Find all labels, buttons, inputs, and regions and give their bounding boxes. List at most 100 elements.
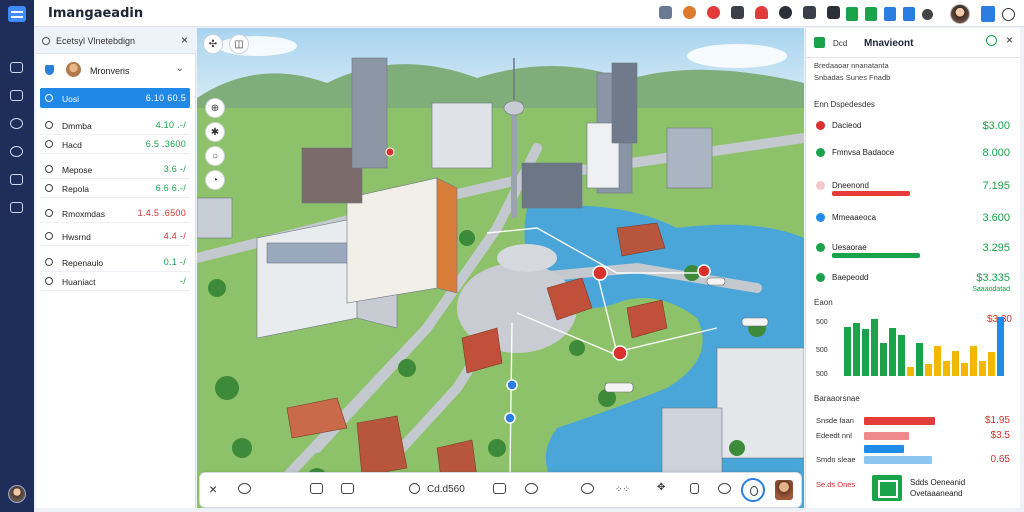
hbar-label: Snsde faan: [816, 416, 854, 425]
status-dot: [816, 213, 825, 222]
share-icon[interactable]: [10, 174, 23, 185]
user-name: Mronveris: [90, 66, 130, 76]
clock-icon[interactable]: [10, 118, 23, 129]
row-value: 6.5 .3600: [145, 139, 186, 149]
subtitle-1: Bredaaoar nnanatanta: [814, 61, 889, 70]
clock-icon[interactable]: [409, 483, 420, 494]
monitor-icon[interactable]: [10, 202, 23, 213]
bell-icon[interactable]: [755, 6, 768, 19]
user-avatar[interactable]: [8, 485, 26, 503]
calendar-icon[interactable]: [10, 62, 23, 73]
row-label: Huaniact: [62, 277, 96, 287]
chart-bar: [862, 329, 869, 376]
list-item[interactable]: Repola 6.6 6.‑/: [40, 178, 190, 198]
list-item[interactable]: Hwsrnd 4.4 ‑/: [40, 226, 190, 246]
map-canvas[interactable]: [197, 28, 804, 508]
list-item[interactable]: Dmmba 4.10 .‑/: [40, 115, 190, 135]
route-icon[interactable]: [238, 483, 251, 494]
list-item[interactable]: Uosi 6.10 60.5: [40, 88, 190, 108]
close-icon[interactable]: ×: [209, 481, 217, 497]
right-panel-header: Dcd Mnavieont ×: [806, 28, 1021, 58]
lock-icon[interactable]: [690, 483, 699, 494]
profile-avatar[interactable]: [950, 4, 970, 24]
refresh-icon[interactable]: [525, 483, 538, 494]
hbar-label: Smdn sleae: [816, 455, 856, 464]
list-item[interactable]: Mepose 3.6 ‑/: [40, 159, 190, 179]
list-item[interactable]: Rmoxmdas 1.4.5 .6500: [40, 203, 190, 223]
metric-value: $3.00: [982, 120, 1010, 132]
footer-card[interactable]: Se.ds Ones Sdds Oeneanid Ovetaaaneand: [814, 475, 1014, 503]
row-value: 4.10 .‑/: [155, 120, 186, 130]
metric-label: Dneenond: [832, 181, 869, 190]
chart-heading: Eaon: [814, 298, 833, 307]
move-tool-icon[interactable]: ✣: [203, 34, 223, 54]
header-tag: Dcd: [833, 39, 848, 48]
chevron-down-icon[interactable]: ⌄: [176, 63, 184, 74]
image-icon[interactable]: [310, 483, 323, 494]
chart-bar: [934, 346, 941, 376]
photo-icon[interactable]: [341, 483, 354, 494]
y-tick-label: 500: [816, 371, 828, 378]
right-panel-title: Mnavieont: [864, 38, 914, 49]
close-icon[interactable]: ×: [1006, 33, 1013, 47]
row-label: Dmmba: [62, 121, 92, 131]
row-icon: [45, 277, 53, 285]
status-dot: [816, 148, 825, 157]
list-item[interactable]: Hacd 6.5 .3600: [40, 134, 190, 154]
row-value: 6.10 60.5: [145, 93, 186, 103]
pencil-icon[interactable]: [731, 6, 744, 19]
y-tick-label: 500: [816, 347, 828, 354]
box-icon[interactable]: [884, 7, 896, 21]
document-icon[interactable]: [10, 90, 23, 101]
person-avatar-icon[interactable]: [775, 480, 793, 500]
marker-icon[interactable]: [718, 483, 731, 494]
metric-row[interactable]: Dneenond 7.195: [814, 176, 1014, 198]
hbar-value: $3.5: [990, 430, 1010, 441]
tool-icon[interactable]: [659, 6, 672, 19]
folder-icon[interactable]: [803, 6, 816, 19]
refresh-icon[interactable]: [10, 146, 23, 157]
history-tool-icon[interactable]: ◔: [205, 170, 225, 190]
map-view[interactable]: ✣ ◫ ⊕ ✱ ○ ◔: [197, 28, 804, 508]
phone-icon[interactable]: [981, 6, 995, 22]
palette-icon[interactable]: [683, 6, 696, 19]
row-value: 3.6 ‑/: [163, 164, 186, 174]
metric-row[interactable]: Dacieod $3.00: [814, 116, 1014, 138]
location-pin-button[interactable]: [741, 478, 765, 502]
zoom-readout: Cd.d560: [427, 484, 465, 495]
row-value: 6.6 6.‑/: [155, 183, 186, 193]
spinner-icon[interactable]: [581, 483, 594, 494]
user-selector[interactable]: Mronveris ⌄: [36, 58, 196, 82]
grid-icon[interactable]: ✥: [657, 482, 665, 496]
search-icon[interactable]: [986, 35, 997, 46]
hbar-row: Smdn sleae 0.65: [814, 453, 1014, 467]
circle-tool-icon[interactable]: ○: [205, 146, 225, 166]
metric-row[interactable]: Baepeodd $3.335 Saaaodatad: [814, 268, 1014, 293]
list-item[interactable]: Huaniact ‑/: [40, 271, 190, 291]
chart-bar: [979, 361, 986, 376]
row-icon: [45, 258, 53, 266]
gear-icon[interactable]: [922, 8, 933, 20]
bookmark-icon[interactable]: [827, 6, 840, 19]
chart-icon[interactable]: [865, 7, 877, 21]
metric-row[interactable]: Mmeaaeoca 3.600: [814, 208, 1014, 230]
top-bar: Imangaeadin: [34, 0, 1024, 27]
app-logo-icon[interactable]: [8, 6, 26, 22]
doc-icon[interactable]: [846, 7, 858, 21]
shield-icon[interactable]: [779, 6, 792, 19]
metric-row[interactable]: Uesaorae 3.295: [814, 238, 1014, 260]
search-icon[interactable]: [42, 37, 50, 45]
compass-tool-icon[interactable]: ✱: [205, 122, 225, 142]
toolbar-icons: [659, 6, 840, 19]
doc-blue-icon[interactable]: [903, 7, 915, 21]
metric-row[interactable]: Fmnvsa Badaoce 8.000: [814, 143, 1014, 165]
sparkle-icon[interactable]: ⁘⁘: [615, 484, 630, 498]
doc-icon[interactable]: [493, 483, 506, 494]
row-icon: [45, 121, 53, 129]
layers-tool-icon[interactable]: ◫: [229, 34, 249, 54]
close-icon[interactable]: ×: [181, 33, 188, 47]
pin-tool-icon[interactable]: ⊕: [205, 98, 225, 118]
list-item[interactable]: Repenaulo 0.1 ‑/: [40, 252, 190, 272]
settings-icon[interactable]: [1002, 7, 1015, 21]
sync-icon[interactable]: [707, 6, 720, 19]
